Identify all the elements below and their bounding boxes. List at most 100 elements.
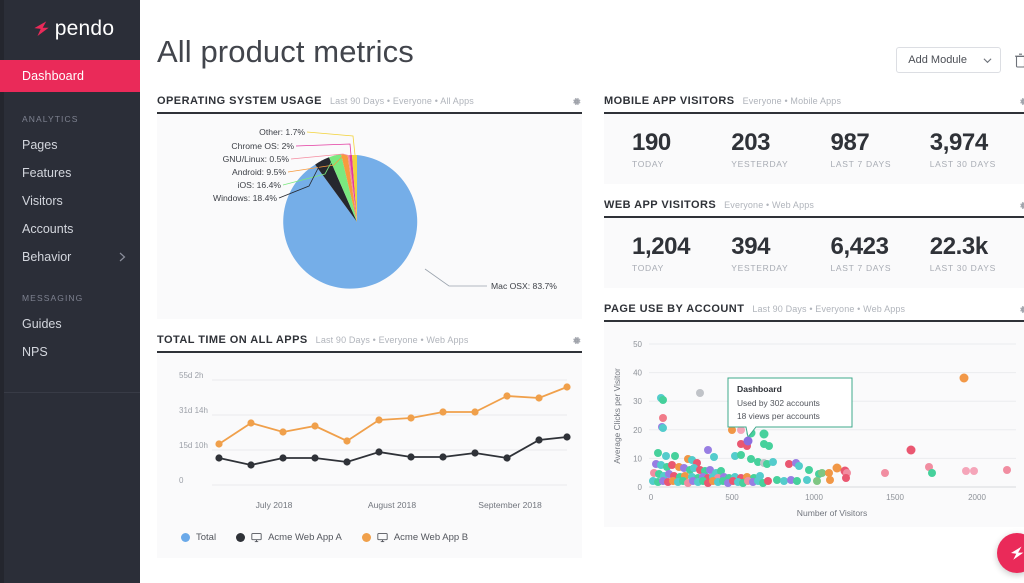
- x-tick-july: July 2018: [256, 500, 293, 510]
- y-tick-20: 20: [633, 426, 642, 435]
- legend-color-swatch: [181, 533, 190, 542]
- sidebar-item-label: Accounts: [22, 222, 74, 236]
- stat-value: 987: [830, 129, 870, 156]
- gear-icon[interactable]: [1018, 96, 1024, 107]
- sidebar-item-label: Behavior: [22, 250, 72, 264]
- tooltip-title: Dashboard: [737, 384, 782, 394]
- series-acme-web-app-a-line: [218, 436, 568, 466]
- sidebar-item-label: Guides: [22, 317, 62, 331]
- sidebar-item-label: Dashboard: [22, 69, 85, 83]
- module-body: 190 TODAY 203 YESTERDAY 987 LAST 7 DAYS: [604, 114, 1024, 185]
- y-tick-50: 50: [633, 340, 642, 349]
- stat-label: YESTERDAY: [731, 159, 789, 170]
- page-title: All product metrics: [157, 34, 414, 69]
- y-tick-1: 15d 10h: [179, 441, 208, 450]
- sidebar-item-guides[interactable]: Guides: [0, 310, 140, 338]
- stat-label: YESTERDAY: [731, 263, 789, 274]
- gear-icon[interactable]: [571, 335, 582, 346]
- stat-today: 190 TODAY: [632, 130, 731, 169]
- module-page-use-by-account: PAGE USE BY ACCOUNT Last 90 Days • Every…: [604, 303, 1024, 528]
- module-header: WEB APP VISITORS Everyone • Web Apps: [604, 199, 1024, 219]
- module-web-app-visitors: WEB APP VISITORS Everyone • Web Apps 1,2…: [604, 199, 1024, 289]
- scatter-tooltip: Dashboard Used by 302 accounts 18 views …: [727, 377, 853, 446]
- y-tick-0: 0: [638, 483, 643, 492]
- sidebar-item-accounts[interactable]: Accounts: [0, 215, 140, 243]
- y-tick-30: 30: [633, 398, 642, 407]
- module-mobile-app-visitors: MOBILE APP VISITORS Everyone • Mobile Ap…: [604, 95, 1024, 185]
- module-subtitle: Last 90 Days • Everyone • All Apps: [329, 96, 474, 106]
- sidebar-group-messaging-title: MESSAGING: [22, 293, 84, 303]
- x-tick-1500: 1500: [886, 493, 904, 502]
- x-tick-0: 0: [649, 493, 654, 502]
- stat-yesterday: 203 YESTERDAY: [731, 130, 830, 169]
- module-title: OPERATING SYSTEM USAGE: [157, 95, 322, 107]
- delete-dashboard-button[interactable]: [1012, 51, 1024, 70]
- y-tick-10: 10: [633, 455, 642, 464]
- stat-last-30-days: 3,974 LAST 30 DAYS: [930, 130, 1024, 169]
- page-use-scatter-chart: 50 40 30 20 10 0 Average Clicks per Visi…: [612, 340, 1016, 518]
- header-tools: Add Module: [896, 36, 1024, 73]
- module-header: OPERATING SYSTEM USAGE Last 90 Days • Ev…: [157, 95, 582, 114]
- sidebar-item-label: Pages: [22, 138, 58, 152]
- gear-icon[interactable]: [1018, 304, 1024, 315]
- stat-value: 203: [731, 129, 771, 156]
- module-title: PAGE USE BY ACCOUNT: [604, 303, 745, 316]
- brand-logo[interactable]: pendo: [0, 0, 140, 56]
- gear-icon[interactable]: [571, 96, 582, 107]
- modules-grid: OPERATING SYSTEM USAGE Last 90 Days • Ev…: [157, 95, 1024, 573]
- sidebar-item-behavior[interactable]: Behavior: [0, 243, 140, 271]
- pie-slices: [283, 154, 418, 289]
- pendo-arrow-icon: [1011, 546, 1024, 560]
- tooltip-line-1: Used by 302 accounts: [737, 398, 820, 408]
- pie-label-windows: Windows: 18.4%: [213, 193, 277, 203]
- gear-icon[interactable]: [1018, 200, 1024, 211]
- y-tick-40: 40: [633, 369, 642, 378]
- stat-last-7-days: 987 LAST 7 DAYS: [831, 130, 930, 169]
- stat-row: 190 TODAY 203 YESTERDAY 987 LAST 7 DAYS: [604, 114, 1024, 184]
- stat-label: TODAY: [632, 263, 664, 274]
- sidebar-item-label: NPS: [22, 345, 48, 359]
- chevron-right-icon: [119, 252, 126, 262]
- legend-label: Acme Web App B: [393, 532, 469, 543]
- stat-label: LAST 7 DAYS: [830, 159, 892, 170]
- legend-item-total[interactable]: Total: [181, 532, 216, 543]
- stat-today: 1,204 TODAY: [632, 234, 731, 273]
- x-tick-500: 500: [725, 493, 739, 502]
- stat-value: 3,974: [929, 129, 988, 156]
- module-header: PAGE USE BY ACCOUNT Last 90 Days • Every…: [604, 303, 1024, 323]
- y-tick-2: 31d 14h: [179, 406, 208, 415]
- module-title: TOTAL TIME ON ALL APPS: [157, 334, 308, 346]
- module-body: Other: 1.7% Chrome OS: 2% GNU/Linux: 0.5…: [157, 114, 582, 319]
- sidebar-item-pages[interactable]: Pages: [0, 131, 140, 159]
- sidebar-item-label: Visitors: [22, 194, 63, 208]
- stat-value: 394: [731, 233, 771, 261]
- legend-item-acme-web-app-a[interactable]: Acme Web App A: [236, 532, 342, 543]
- x-axis-title: Number of Visitors: [797, 508, 868, 518]
- sidebar-item-visitors[interactable]: Visitors: [0, 187, 140, 215]
- y-tick-0: 0: [179, 476, 184, 485]
- brand-name: pendo: [54, 16, 115, 40]
- pendo-arrow-icon: [34, 20, 49, 36]
- module-header: TOTAL TIME ON ALL APPS Last 90 Days • Ev…: [157, 334, 582, 353]
- stat-yesterday: 394 YESTERDAY: [731, 234, 830, 273]
- y-axis-labels: 50 40 30 20 10 0: [633, 340, 642, 492]
- stat-value: 190: [632, 129, 671, 156]
- stat-label: TODAY: [632, 159, 664, 170]
- stat-value: 6,423: [830, 233, 889, 261]
- sidebar-item-dashboard[interactable]: Dashboard: [0, 60, 140, 92]
- pendo-dashboard-app: pendo Dashboard ANALYTICS Pages Features…: [0, 0, 1024, 583]
- add-module-button[interactable]: Add Module: [896, 47, 1001, 73]
- add-module-label: Add Module: [908, 54, 967, 66]
- sidebar-item-nps[interactable]: NPS: [0, 338, 140, 366]
- chevron-down-icon: [983, 57, 992, 63]
- sidebar-divider: [0, 392, 140, 393]
- module-total-time-on-all-apps: TOTAL TIME ON ALL APPS Last 90 Days • Ev…: [157, 334, 582, 558]
- module-operating-system-usage: OPERATING SYSTEM USAGE Last 90 Days • Ev…: [157, 95, 582, 319]
- monitor-icon: [377, 533, 388, 543]
- pie-label-ios: iOS: 16.4%: [238, 180, 282, 190]
- x-tick-2000: 2000: [968, 493, 986, 502]
- series-acme-web-app-a-points: [215, 433, 571, 469]
- legend-item-acme-web-app-b[interactable]: Acme Web App B: [361, 532, 469, 543]
- module-subtitle: Everyone • Web Apps: [724, 200, 815, 211]
- sidebar-item-features[interactable]: Features: [0, 159, 140, 187]
